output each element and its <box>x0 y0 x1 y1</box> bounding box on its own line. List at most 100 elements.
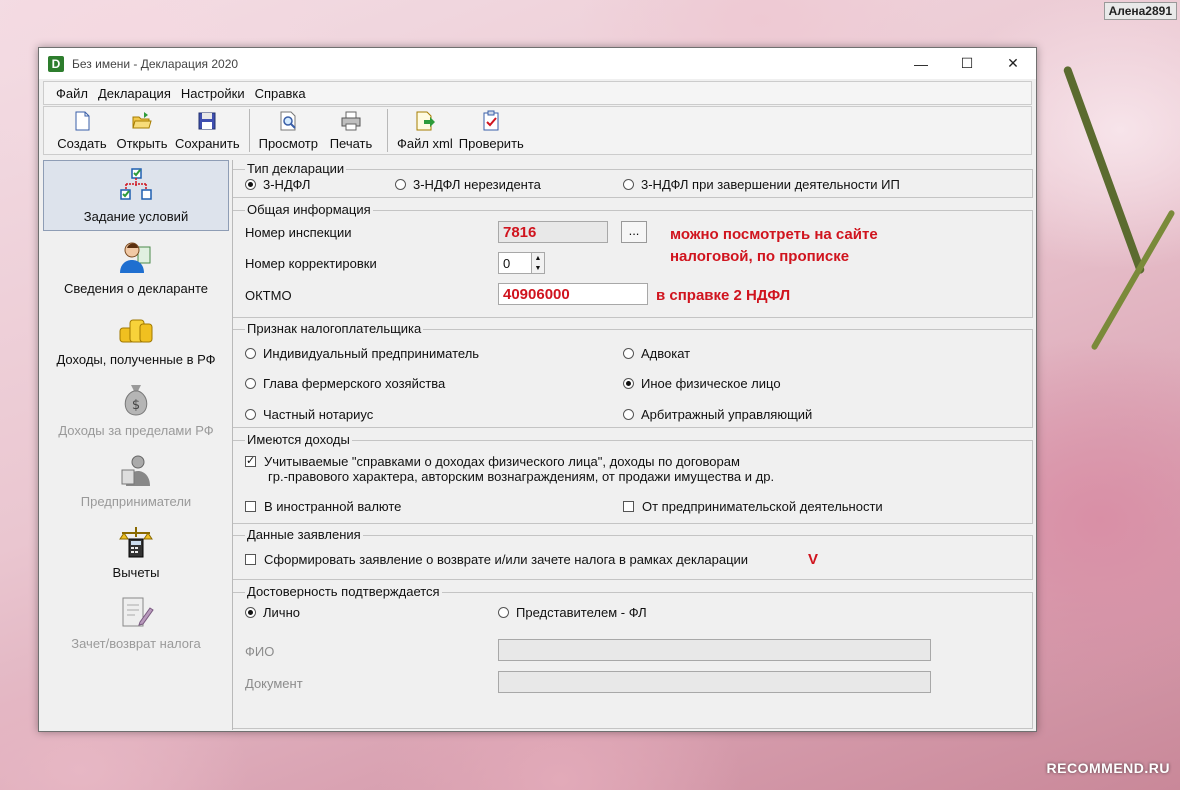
radio-dot <box>245 378 256 389</box>
print-button[interactable]: Печать <box>321 107 381 154</box>
decl-type-radio-3ndfl[interactable]: 3-НДФЛ <box>245 177 310 192</box>
open-button[interactable]: Открыть <box>112 107 172 154</box>
magnifier-document-icon <box>280 111 297 131</box>
radio-dot <box>245 179 256 190</box>
radio-dot <box>245 409 256 420</box>
sidebar-item-conditions[interactable]: Задание условий <box>43 160 229 231</box>
menu-declaration[interactable]: Декларация <box>98 86 171 101</box>
application-group: Данные заявления Сформировать заявление … <box>233 527 1033 580</box>
floppy-disk-icon <box>198 112 216 130</box>
coins-icon <box>119 319 153 343</box>
income-certificates-checkbox[interactable]: ✓ Учитываемые "справками о доходах физич… <box>245 454 805 484</box>
spin-up-icon[interactable]: ▲ <box>535 255 542 262</box>
confirmation-group: Достоверность подтверждается Лично Предс… <box>233 584 1033 729</box>
radio-dot <box>498 607 509 618</box>
sidebar-item-declarant[interactable]: Сведения о декларанте <box>43 231 229 302</box>
decl-type-radio-ip-closing[interactable]: 3-НДФЛ при завершении деятельности ИП <box>623 177 900 192</box>
inspection-note-line2: налоговой, по прописке <box>670 248 850 265</box>
application-mark: V <box>808 551 819 568</box>
confirmation-title: Достоверность подтверждается <box>245 584 442 599</box>
document-pen-icon <box>122 597 154 627</box>
correction-input[interactable]: 0 <box>498 252 532 274</box>
person-icon <box>120 242 151 273</box>
application-checkbox[interactable]: Сформировать заявление о возврате и/или … <box>245 552 748 567</box>
income-group: Имеются доходы ✓ Учитываемые "справками … <box>233 432 1033 524</box>
correction-label: Номер корректировки <box>245 256 377 271</box>
open-folder-icon <box>132 112 152 129</box>
taxpayer-radio-lawyer[interactable]: Адвокат <box>623 346 690 361</box>
scales-calculator-icon <box>119 527 153 558</box>
menu-bar: Файл Декларация Настройки Справка <box>43 81 1032 105</box>
svg-text:$: $ <box>132 398 140 413</box>
income-title: Имеются доходы <box>245 432 352 447</box>
fio-input[interactable] <box>498 639 931 661</box>
general-info-title: Общая информация <box>245 202 373 217</box>
maximize-button[interactable]: ☐ <box>944 48 990 79</box>
sidebar: Задание условий Сведения о декларанте До… <box>43 160 229 728</box>
radio-dot <box>395 179 406 190</box>
checkbox-empty <box>245 501 256 512</box>
decl-type-radio-nonresident[interactable]: 3-НДФЛ нерезидента <box>395 177 541 192</box>
taxpayer-radio-farmer[interactable]: Глава фермерского хозяйства <box>245 376 445 391</box>
toolbar-separator <box>386 109 388 152</box>
document-label: Документ <box>245 676 303 691</box>
inspection-browse-button[interactable]: ... <box>621 221 647 243</box>
app-window: D Без имени - Декларация 2020 — ☐ ✕ Файл… <box>38 47 1037 732</box>
user-badge: Алена2891 <box>1103 2 1177 20</box>
income-foreign-currency-checkbox[interactable]: В иностранной валюте <box>245 499 401 514</box>
preview-button[interactable]: Просмотр <box>256 107 321 154</box>
window-title: Без имени - Декларация 2020 <box>72 56 239 71</box>
radio-dot <box>623 179 634 190</box>
income-business-checkbox[interactable]: От предпринимательской деятельности <box>623 499 883 514</box>
xml-button[interactable]: Файл xml <box>394 107 456 154</box>
background-branch <box>1090 209 1176 351</box>
decl-type-title: Тип декларации <box>245 161 347 176</box>
minimize-button[interactable]: — <box>898 48 944 79</box>
taxpayer-radio-other-person[interactable]: Иное физическое лицо <box>623 376 781 391</box>
toolbar-separator <box>248 109 250 152</box>
checkbox-empty <box>623 501 634 512</box>
radio-dot <box>623 409 634 420</box>
money-bag-icon: $ <box>124 385 148 416</box>
taxpayer-title: Признак налогоплательщика <box>245 321 424 336</box>
taxpayer-radio-arbitration[interactable]: Арбитражный управляющий <box>623 407 812 422</box>
radio-dot <box>245 607 256 618</box>
toolbar: Создать Открыть Сохранить Просмотр Печат… <box>43 106 1032 155</box>
app-logo-icon: D <box>48 55 64 72</box>
menu-file[interactable]: Файл <box>56 86 88 101</box>
general-info-group: Общая информация Номер инспекции 7816 ..… <box>233 202 1033 318</box>
close-button[interactable]: ✕ <box>990 48 1036 79</box>
check-button[interactable]: Проверить <box>456 107 527 154</box>
taxpayer-group: Признак налогоплательщика Индивидуальный… <box>233 321 1033 428</box>
oktmo-note: в справке 2 НДФЛ <box>656 287 791 304</box>
watermark: RECOMMEND.RU <box>1046 760 1170 776</box>
sidebar-item-entrepreneurs[interactable]: Предприниматели <box>43 444 229 515</box>
sidebar-item-tax-refund[interactable]: Зачет/возврат налога <box>43 586 229 657</box>
taxpayer-radio-notary[interactable]: Частный нотариус <box>245 407 373 422</box>
inspection-input[interactable]: 7816 <box>498 221 608 243</box>
confirm-radio-representative[interactable]: Представителем - ФЛ <box>498 605 647 620</box>
checklist-icon <box>483 110 499 131</box>
xml-export-icon <box>416 111 435 131</box>
main-panel: Тип декларации 3-НДФЛ 3-НДФЛ нерезидента… <box>232 160 1035 730</box>
confirm-radio-personal[interactable]: Лично <box>245 605 300 620</box>
printer-icon <box>341 111 361 131</box>
conditions-tree-icon <box>120 168 152 200</box>
create-button[interactable]: Создать <box>52 107 112 154</box>
checkmark-icon: ✓ <box>245 455 256 467</box>
sidebar-item-income-abroad[interactable]: $ Доходы за пределами РФ <box>43 373 229 444</box>
menu-help[interactable]: Справка <box>255 86 306 101</box>
sidebar-item-income-rf[interactable]: Доходы, полученные в РФ <box>43 302 229 373</box>
radio-dot <box>245 348 256 359</box>
spin-down-icon[interactable]: ▼ <box>535 265 542 272</box>
menu-settings[interactable]: Настройки <box>181 86 245 101</box>
taxpayer-radio-ip[interactable]: Индивидуальный предприниматель <box>245 346 479 361</box>
checkbox-empty <box>245 554 256 565</box>
decl-type-group: Тип декларации 3-НДФЛ 3-НДФЛ нерезидента… <box>233 161 1033 198</box>
oktmo-input[interactable]: 40906000 <box>498 283 648 305</box>
save-button[interactable]: Сохранить <box>172 107 243 154</box>
new-document-icon <box>75 111 90 131</box>
document-input[interactable] <box>498 671 931 693</box>
correction-spinner[interactable]: ▲ ▼ <box>531 252 545 274</box>
sidebar-item-deductions[interactable]: Вычеты <box>43 515 229 586</box>
